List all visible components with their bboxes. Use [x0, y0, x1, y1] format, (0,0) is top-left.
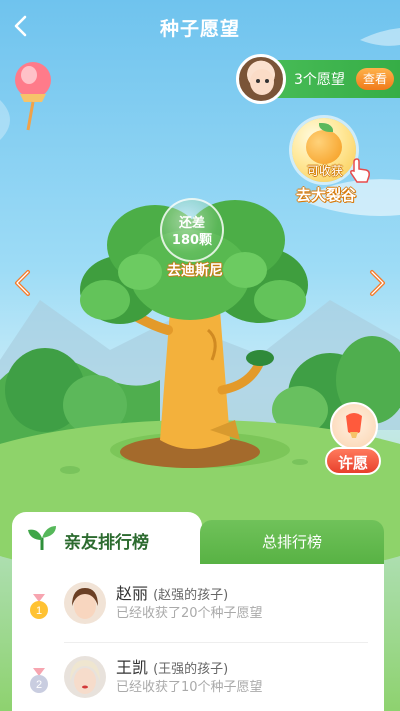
orange-icon [306, 130, 342, 164]
user-avatar [236, 54, 286, 104]
view-wishes-button[interactable]: 查看 [356, 68, 394, 90]
next-arrow-icon[interactable] [366, 268, 388, 298]
leaderboard-desc: 已经收获了20个种子愿望 [116, 606, 263, 621]
rank-silver-medal-icon: 2 [30, 668, 48, 693]
wishes-pill[interactable]: 3个愿望 查看 [236, 54, 400, 104]
leaderboard-row[interactable]: 1 赵丽 (赵强的孩子) 已经收获了20个种子愿望 [12, 572, 384, 646]
wish-lantern-icon[interactable] [330, 402, 378, 450]
sprout-icon [28, 526, 56, 550]
previous-arrow-icon[interactable] [12, 268, 34, 298]
avatar [64, 656, 106, 698]
leaderboard-card: 亲友排行榜 总排行榜 1 赵丽 (赵强的孩子) 已经收获了20个种子愿望 2 王… [12, 512, 384, 711]
svg-text:2: 2 [36, 679, 42, 691]
leaderboard-name: 赵丽 (赵强的孩子) [116, 584, 229, 603]
leaderboard-row[interactable]: 2 王凯 (王强的孩子) 已经收获了10个种子愿望 [12, 646, 384, 711]
wish-count-label: 3个愿望 [294, 72, 345, 88]
leaderboard-list: 1 赵丽 (赵强的孩子) 已经收获了20个种子愿望 2 王凯 (王强的孩子) 已… [12, 564, 384, 711]
svg-text:1: 1 [36, 605, 42, 617]
tab-friends-leaderboard[interactable]: 亲友排行榜 [12, 512, 202, 564]
pointer-hand-icon [350, 158, 370, 183]
leaderboard-name: 王凯 (王强的孩子) [116, 658, 229, 677]
sky-lantern-icon [15, 62, 51, 131]
rank-gold-medal-icon: 1 [30, 594, 48, 619]
avatar [64, 582, 106, 624]
tab-total-leaderboard[interactable]: 总排行榜 [200, 520, 384, 564]
header-bar: 种子愿望 [0, 0, 400, 52]
leaderboard-desc: 已经收获了10个种子愿望 [116, 680, 263, 695]
seed-remaining-count: 180颗 [171, 233, 213, 248]
tree-destination[interactable]: 去迪斯尼 [150, 260, 240, 280]
scene-background: 种子愿望 3个愿望 查看 可收获 去大裂谷 还差 180颗 去迪斯尼 许愿 亲友… [0, 0, 400, 711]
page-title: 种子愿望 [159, 18, 240, 40]
divider [64, 642, 368, 643]
tab-friends-label: 亲友排行榜 [64, 533, 149, 553]
make-wish-button[interactable]: 许愿 [325, 447, 381, 475]
